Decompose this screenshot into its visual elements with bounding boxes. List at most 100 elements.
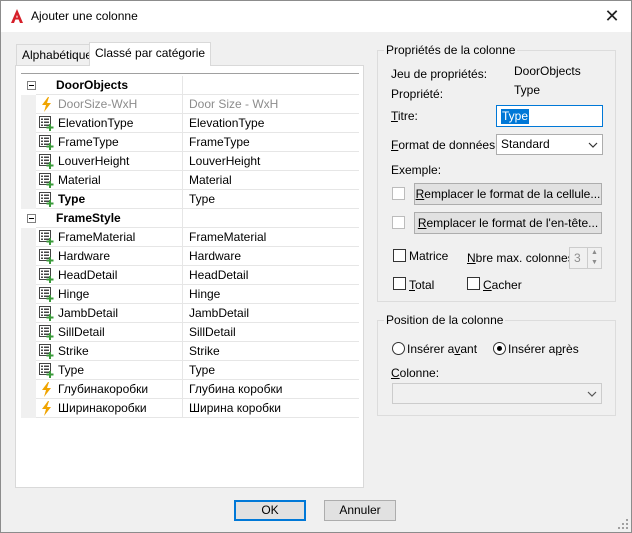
row-gutter — [21, 247, 36, 266]
property-field-icon — [39, 230, 54, 245]
property-field-icon — [39, 306, 54, 321]
property-row[interactable]: FrameMaterial FrameMaterial — [21, 228, 359, 247]
tab-alphabetical[interactable]: Alphabétique — [16, 44, 99, 66]
ok-button[interactable]: OK — [234, 500, 306, 521]
title-bar: Ajouter une colonne ✕ — [1, 1, 631, 32]
property-display-name: Ширина коробки — [183, 399, 359, 418]
row-gutter — [21, 399, 36, 418]
property-display-name: FrameType — [183, 133, 359, 152]
property-display-name: Type — [183, 190, 359, 209]
property-row[interactable]: Hardware Hardware — [21, 247, 359, 266]
insert-after-radio[interactable] — [493, 342, 506, 355]
tab-by-category[interactable]: Classé par catégorie — [89, 42, 212, 66]
hide-checkbox[interactable] — [467, 277, 480, 290]
column-properties-group-label: Propriétés de la colonne — [384, 43, 518, 57]
row-gutter — [21, 266, 36, 285]
override-header-format-button[interactable]: Remplacer le format de l'en-tête... — [414, 212, 602, 234]
hide-label: Cacher — [483, 278, 522, 292]
row-gutter — [21, 304, 36, 323]
property-row[interactable]: JambDetail JambDetail — [21, 304, 359, 323]
category-row[interactable]: DoorObjects — [21, 76, 359, 95]
property-label: Propriété: — [391, 87, 444, 101]
row-gutter — [21, 114, 36, 133]
property-row[interactable]: FrameType FrameType — [21, 133, 359, 152]
property-display-name: FrameMaterial — [183, 228, 359, 247]
chevron-down-icon — [587, 387, 597, 406]
title-input[interactable]: Type — [496, 105, 603, 127]
property-display-name: Strike — [183, 342, 359, 361]
cancel-button[interactable]: Annuler — [324, 500, 396, 521]
category-cell: DoorObjects — [36, 76, 183, 95]
override-cell-format-button[interactable]: Remplacer le format de la cellule... — [414, 183, 602, 205]
property-name: LouverHeight — [58, 154, 130, 168]
max-columns-value: 3 — [574, 251, 581, 265]
collapse-toggle-icon[interactable] — [27, 81, 36, 90]
category-value-cell — [183, 209, 359, 228]
close-icon[interactable]: ✕ — [601, 5, 623, 27]
property-name: Material — [58, 173, 101, 187]
insert-before-radio[interactable] — [392, 342, 405, 355]
category-name: DoorObjects — [56, 78, 129, 92]
property-display-name: Door Size - WxH — [183, 95, 359, 114]
property-row[interactable]: ElevationType ElevationType — [21, 114, 359, 133]
spin-up-icon[interactable]: ▲ — [587, 248, 601, 258]
spin-down-icon[interactable]: ▼ — [587, 258, 601, 268]
override-header-format-checkbox[interactable] — [392, 216, 405, 229]
matrix-checkbox[interactable] — [393, 249, 406, 262]
property-field-icon — [39, 116, 54, 131]
formula-lightning-icon — [39, 382, 54, 397]
property-row[interactable]: Ширинакоробки Ширина коробки — [21, 399, 359, 418]
property-field-icon — [39, 173, 54, 188]
property-field-icon — [39, 363, 54, 378]
total-checkbox[interactable] — [393, 277, 406, 290]
property-value: Type — [514, 83, 541, 97]
row-gutter — [21, 361, 36, 380]
resize-grip-icon[interactable] — [617, 518, 629, 530]
property-field-icon — [39, 154, 54, 169]
max-columns-label: Nbre max. colonnes: — [467, 251, 578, 265]
property-display-name: Hinge — [183, 285, 359, 304]
total-label: Total — [409, 278, 435, 292]
row-gutter — [21, 133, 36, 152]
column-select[interactable] — [392, 383, 602, 404]
property-row[interactable]: SillDetail SillDetail — [21, 323, 359, 342]
property-name: Hinge — [58, 287, 90, 301]
property-row[interactable]: Material Material — [21, 171, 359, 190]
property-field-icon — [39, 249, 54, 264]
property-name: FrameType — [58, 135, 119, 149]
example-label: Exemple: — [391, 163, 442, 177]
property-name: Глубинакоробки — [58, 382, 149, 396]
property-name: Type — [58, 363, 85, 377]
data-format-label: Format de données: — [391, 138, 499, 152]
property-row[interactable]: Type Type — [21, 190, 359, 209]
property-display-name: Type — [183, 361, 359, 380]
property-row[interactable]: Глубинакоробки Глубина коробки — [21, 380, 359, 399]
collapse-toggle-icon[interactable] — [27, 214, 36, 223]
property-row[interactable]: Hinge Hinge — [21, 285, 359, 304]
row-gutter — [21, 152, 36, 171]
property-set-value: DoorObjects — [514, 64, 581, 78]
max-columns-stepper[interactable]: 3 ▲ ▼ — [569, 247, 602, 269]
row-gutter — [21, 95, 36, 114]
data-format-select[interactable]: Standard — [496, 134, 603, 155]
property-grid: DoorObjects DoorSize-WxH Door Size - WxH El… — [21, 73, 359, 418]
row-gutter — [21, 228, 36, 247]
insert-after-label: Insérer après — [508, 342, 579, 356]
property-name: Strike — [58, 344, 89, 358]
property-display-name: HeadDetail — [183, 266, 359, 285]
property-row[interactable]: DoorSize-WxH Door Size - WxH — [21, 95, 359, 114]
category-row[interactable]: FrameStyle — [21, 209, 359, 228]
property-row[interactable]: LouverHeight LouverHeight — [21, 152, 359, 171]
autocad-a-icon — [11, 9, 23, 23]
override-cell-format-checkbox[interactable] — [392, 187, 405, 200]
property-name: JambDetail — [58, 306, 119, 320]
property-row[interactable]: HeadDetail HeadDetail — [21, 266, 359, 285]
property-field-icon — [39, 192, 54, 207]
property-display-name: SillDetail — [183, 323, 359, 342]
category-value-cell — [183, 76, 359, 95]
property-row[interactable]: Strike Strike — [21, 342, 359, 361]
insert-before-label: Insérer avant — [407, 342, 478, 356]
property-name: Type — [58, 192, 86, 206]
property-row[interactable]: Type Type — [21, 361, 359, 380]
property-set-label: Jeu de propriétés: — [391, 67, 488, 81]
